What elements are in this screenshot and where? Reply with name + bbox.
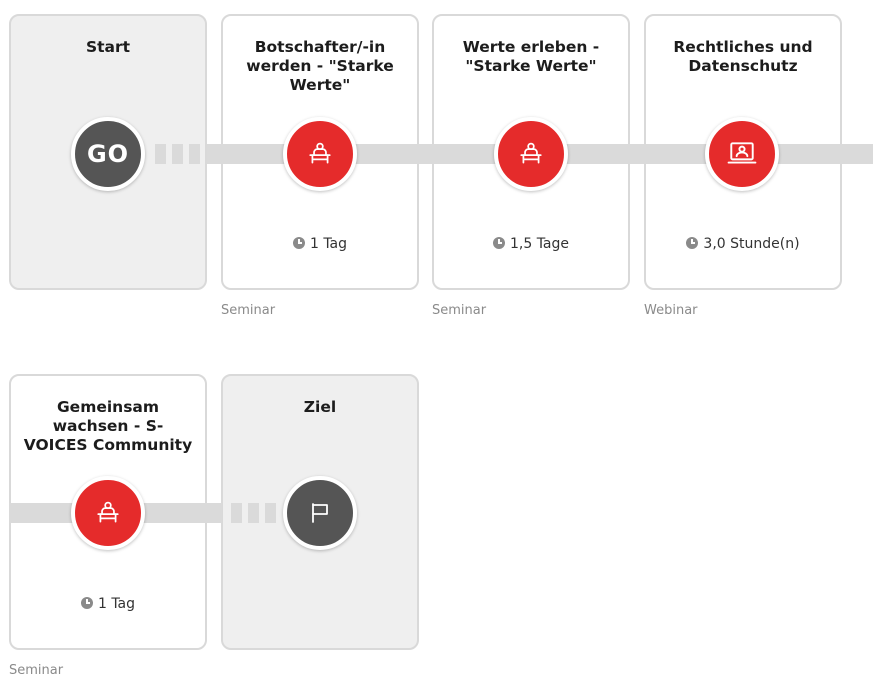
connector-dash <box>265 503 276 523</box>
seminar-node[interactable] <box>71 476 145 550</box>
seminar-person-desk-icon <box>520 142 542 164</box>
course-title: Werte erleben - "Starke Werte" <box>462 38 600 75</box>
start-title: Start <box>85 38 131 56</box>
clock-icon <box>80 597 93 609</box>
flag-icon <box>312 503 328 523</box>
connector-bar <box>777 144 873 164</box>
duration-text: 1 Tag <box>309 236 348 252</box>
course-title: Gemeinsam wachsen - S-VOICES Community <box>23 398 193 454</box>
go-label: GO <box>86 140 130 168</box>
seminar-node[interactable] <box>494 117 568 191</box>
seminar-node[interactable] <box>283 117 357 191</box>
clock-icon <box>292 237 305 249</box>
connector-bar <box>9 503 75 523</box>
connector-dash <box>189 144 200 164</box>
end-title: Ziel <box>303 398 337 416</box>
seminar-person-desk-icon <box>97 501 119 523</box>
connector-bar <box>355 144 498 164</box>
course-type-label: Seminar <box>221 303 276 318</box>
clock-icon <box>686 237 699 249</box>
webinar-node[interactable] <box>705 117 779 191</box>
course-duration: 1,5 Tage <box>434 236 628 252</box>
clock-icon <box>492 237 505 249</box>
connector-bar <box>207 144 287 164</box>
goal-node[interactable] <box>283 476 357 550</box>
connector-bar <box>566 144 709 164</box>
course-duration: 1 Tag <box>223 236 417 252</box>
seminar-person-desk-icon <box>309 142 331 164</box>
go-node[interactable]: GO <box>71 117 145 191</box>
course-type-label: Webinar <box>644 303 698 318</box>
course-title: Rechtliches und Datenschutz <box>673 38 813 75</box>
duration-text: 3,0 Stunde(n) <box>703 236 800 252</box>
course-type-label: Seminar <box>432 303 487 318</box>
connector-dash <box>155 144 166 164</box>
webinar-laptop-icon <box>727 142 757 164</box>
duration-text: 1,5 Tage <box>509 236 570 252</box>
connector-dash <box>172 144 183 164</box>
course-duration: 1 Tag <box>11 596 205 612</box>
connector-dash <box>248 503 259 523</box>
duration-text: 1 Tag <box>97 596 136 612</box>
connector-bar <box>143 503 222 523</box>
course-title: Botschafter/-in werden - "Starke Werte" <box>246 38 394 94</box>
course-duration: 3,0 Stunde(n) <box>646 236 840 252</box>
connector-dash <box>231 503 242 523</box>
course-type-label: Seminar <box>9 663 64 678</box>
